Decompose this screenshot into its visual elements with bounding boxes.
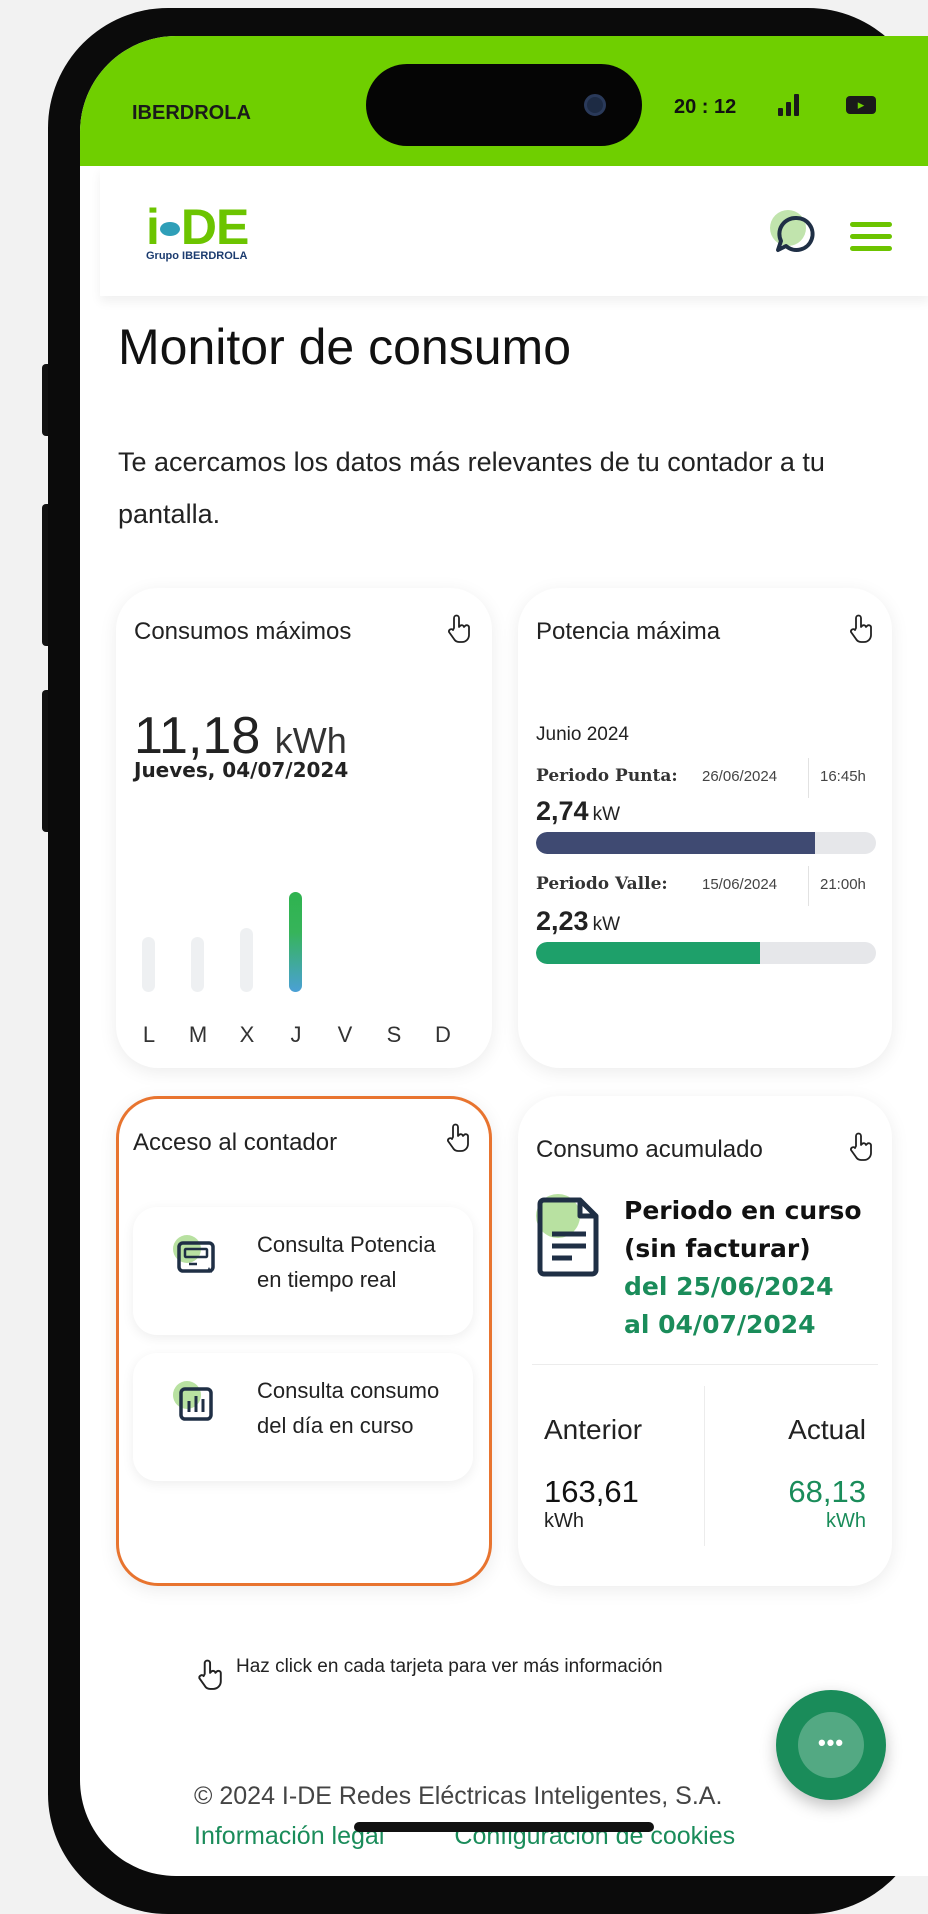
potencia-maxima-card[interactable]: Potencia máxima Junio 2024 Periodo Punta…: [518, 588, 892, 1068]
screen: IBERDROLA 20 : 12 ▸ i DE Grupo IBERDROLA …: [80, 36, 928, 1876]
consulta-consumo-dia-label: Consulta consumo del día en curso: [257, 1378, 440, 1438]
home-indicator[interactable]: [354, 1822, 654, 1832]
page-title: Monitor de consumo: [118, 319, 572, 375]
day-label-S: S: [386, 1022, 402, 1047]
max-consumption-date: Jueves, 04/07/2024: [134, 758, 349, 782]
punta-date: 26/06/2024: [702, 768, 778, 785]
copyright: © 2024 I-DE Redes Eléctricas Inteligente…: [194, 1782, 723, 1810]
document-icon: [536, 1194, 599, 1277]
valle-date: 15/06/2024: [702, 876, 778, 893]
day-label-L: L: [142, 1022, 156, 1047]
max-consumption-value: 11,18 kWh: [134, 707, 347, 765]
page-intro: Te acercamos los datos más relevantes de…: [118, 447, 825, 529]
day-label-D: D: [435, 1022, 451, 1047]
tap-hand-icon: [850, 1132, 872, 1161]
anterior-label: Anterior: [544, 1414, 643, 1445]
acceso-contador-card[interactable]: Acceso al contador Consulta Potencia en …: [116, 1096, 492, 1586]
bar-J: [289, 892, 302, 992]
tap-hand-icon: [447, 1123, 469, 1152]
hint-text: Haz click en cada tarjeta para ver más i…: [236, 1656, 663, 1677]
bar-chart-icon: [173, 1381, 213, 1421]
chat-bubble-icon[interactable]: [766, 206, 822, 262]
day-label-J: J: [290, 1022, 302, 1047]
signal-icon: [778, 94, 804, 116]
bar-fill-J: [289, 892, 302, 992]
periodo-range: del 25/06/2024 al 04/07/2024: [624, 1272, 834, 1339]
consumos-maximos-card[interactable]: Consumos máximos 11,18 kWh Jueves, 04/07…: [116, 588, 492, 1068]
meter-display-icon: [173, 1235, 215, 1273]
camera-icon: [584, 94, 606, 116]
day-label-V: V: [337, 1022, 353, 1047]
punta-time: 16:45h: [820, 768, 866, 785]
consulta-potencia-button[interactable]: Consulta Potencia en tiempo real: [133, 1207, 473, 1335]
tap-hand-icon: [448, 614, 470, 643]
weekly-bar-chart: LMXJVSD: [128, 888, 478, 1048]
anterior-unit: kWh: [544, 1510, 584, 1532]
ide-logo[interactable]: i DE Grupo IBERDROLA: [146, 202, 249, 262]
card-title: Acceso al contador: [133, 1129, 338, 1156]
hamburger-menu-icon[interactable]: [850, 222, 892, 252]
anterior-value: 163,61: [544, 1474, 639, 1509]
tap-hand-icon: [198, 1659, 222, 1690]
logo-subtitle: Grupo IBERDROLA: [146, 250, 248, 262]
more-dots-icon: •••: [817, 1730, 845, 1755]
consulta-potencia-label: Consulta Potencia en tiempo real: [257, 1232, 436, 1292]
periodo-title: Periodo en curso (sin facturar): [624, 1196, 862, 1263]
actual-value: 68,13: [788, 1474, 866, 1509]
divider: [808, 866, 809, 906]
divider: [808, 758, 809, 798]
card-title: Consumos máximos: [134, 618, 352, 645]
day-label-X: X: [239, 1022, 255, 1047]
battery-icon: ▸: [846, 96, 876, 114]
bar-M: [191, 937, 204, 992]
actual-unit: kWh: [826, 1510, 866, 1532]
status-time: 20 : 12: [674, 96, 737, 118]
consulta-consumo-dia-button[interactable]: Consulta consumo del día en curso: [133, 1353, 473, 1481]
actual-label: Actual: [788, 1414, 866, 1445]
day-label-M: M: [188, 1022, 208, 1047]
divider: [704, 1386, 705, 1546]
chat-fab-button[interactable]: •••: [776, 1690, 886, 1800]
valle-progress-fill: [536, 942, 761, 964]
valle-label: Periodo Valle:: [536, 874, 668, 894]
valle-time: 21:00h: [820, 876, 866, 893]
valle-value: 2,23 kW: [536, 906, 620, 936]
divider: [532, 1364, 878, 1365]
app-header: i DE Grupo IBERDROLA: [100, 166, 928, 296]
consumo-acumulado-card[interactable]: Consumo acumulado Periodo en curso (sin f…: [518, 1096, 892, 1586]
dynamic-island: [366, 64, 642, 146]
punta-progress: [536, 832, 876, 854]
punta-progress-fill: [536, 832, 815, 854]
bar-L: [142, 937, 155, 992]
status-bar: IBERDROLA 20 : 12 ▸: [80, 36, 928, 166]
carrier-label: IBERDROLA: [132, 102, 251, 124]
tap-hand-icon: [850, 614, 872, 643]
bar-X: [240, 928, 253, 992]
valle-progress: [536, 942, 876, 964]
card-title: Consumo acumulado: [536, 1136, 763, 1163]
punta-label: Periodo Punta:: [536, 766, 678, 786]
punta-value: 2,74 kW: [536, 796, 620, 826]
card-title: Potencia máxima: [536, 618, 721, 645]
power-month: Junio 2024: [536, 724, 629, 745]
